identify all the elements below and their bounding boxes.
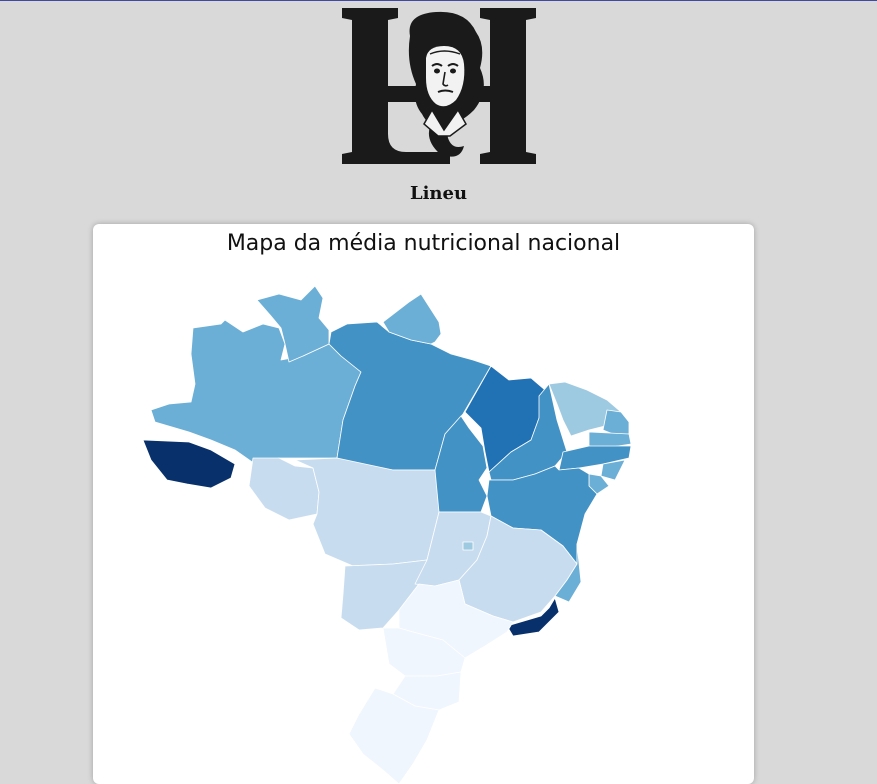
brazil-map bbox=[142, 285, 632, 784]
state-rn[interactable] bbox=[602, 409, 630, 435]
state-ro[interactable] bbox=[248, 457, 320, 521]
top-rule bbox=[0, 0, 877, 1]
state-df[interactable] bbox=[462, 541, 474, 551]
map-card: Mapa da média nutricional nacional bbox=[93, 224, 754, 784]
lineu-portrait-logo-icon[interactable] bbox=[340, 6, 538, 166]
brand-name[interactable]: Lineu bbox=[0, 183, 877, 204]
state-ac[interactable] bbox=[142, 439, 236, 489]
